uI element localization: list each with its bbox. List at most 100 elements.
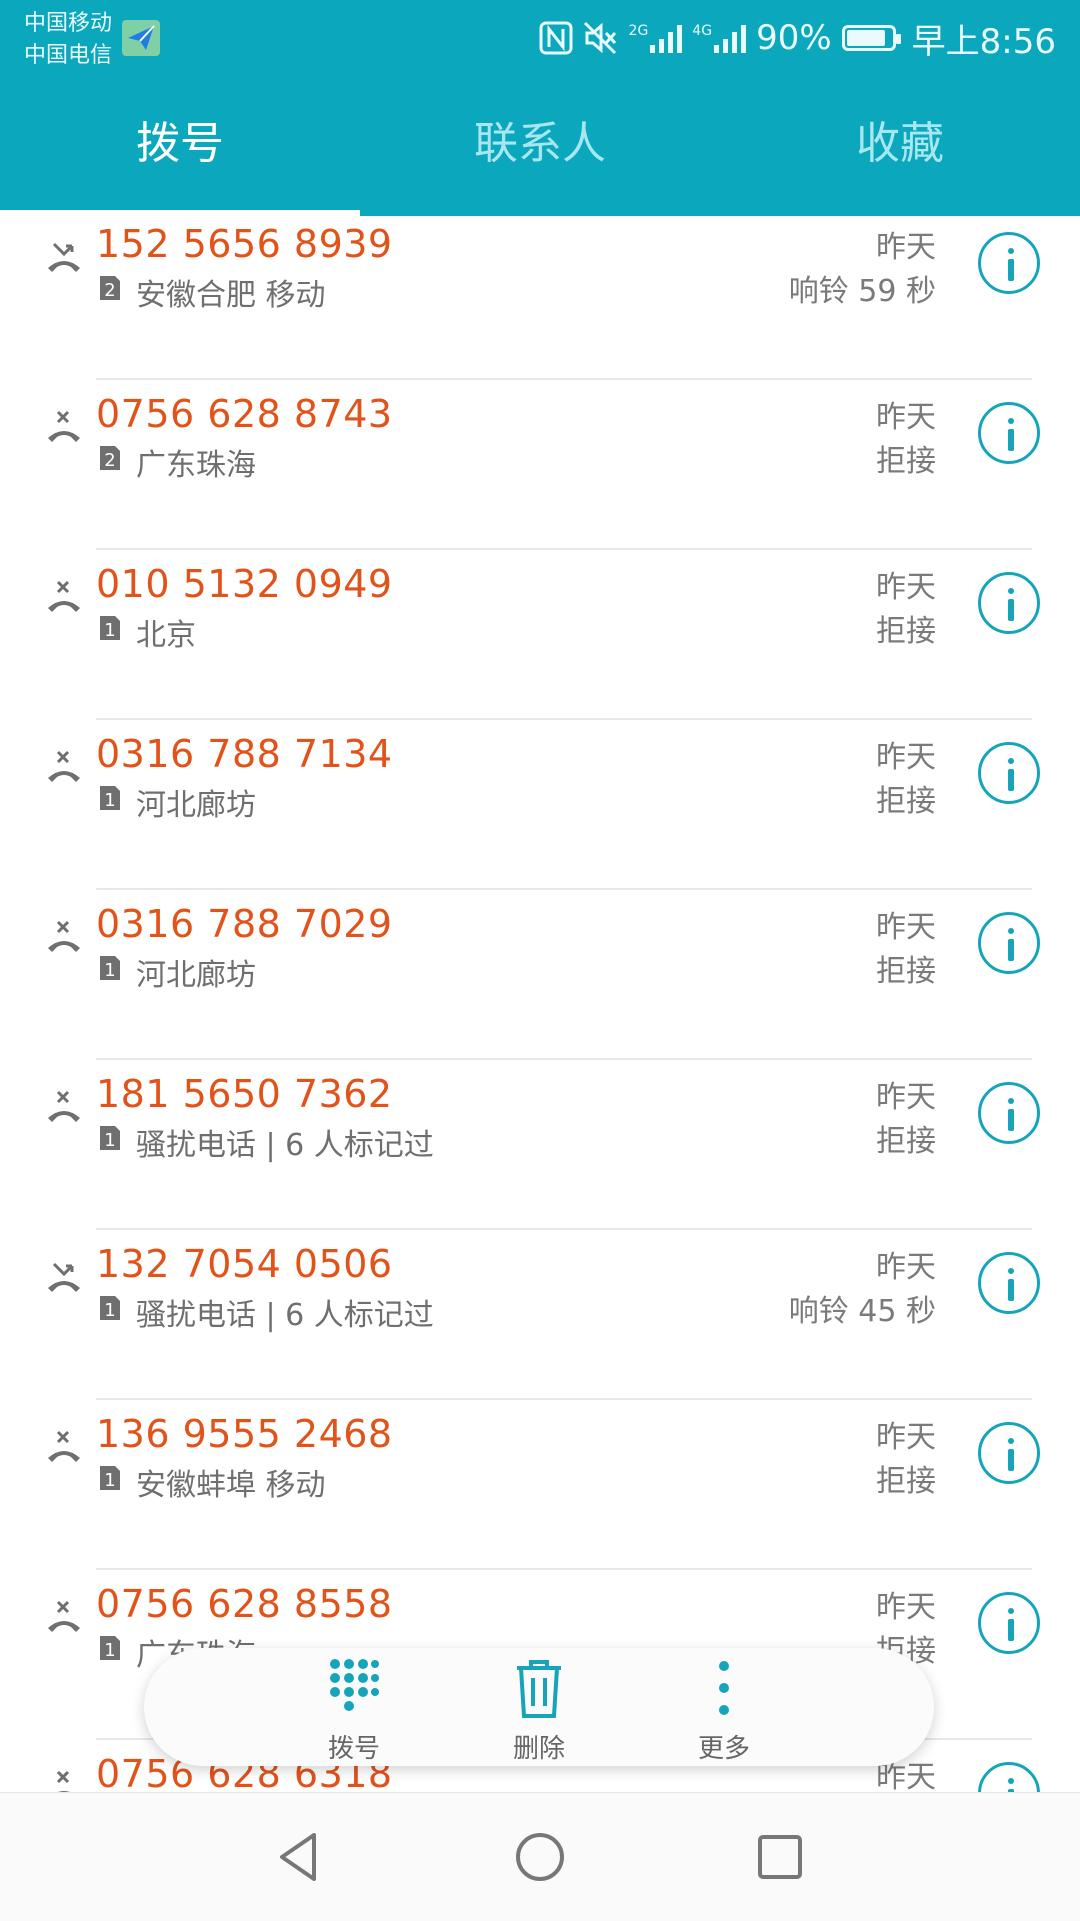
phone-number: 152 5656 8939 [96, 222, 393, 266]
call-log-list[interactable]: 152 5656 8939 2 安徽合肥 移动 昨天 响铃 59 秒 0756 628 8… [0, 216, 1080, 1792]
dial-label: 拨号 [327, 1734, 380, 1764]
call-log-row[interactable]: 0316 788 7134 1 河北廊坊 昨天 拒接 [0, 720, 1080, 890]
more-label: 更多 [697, 1734, 750, 1764]
caller-location: 骚扰电话 | 6 人标记过 [136, 1128, 434, 1163]
call-date: 昨天 [876, 740, 936, 775]
call-details-info-icon[interactable] [978, 572, 1040, 634]
home-icon[interactable] [508, 1825, 572, 1889]
rejected-call-icon [48, 1600, 80, 1632]
carrier-2: 中国电信 [24, 43, 113, 68]
back-icon[interactable] [268, 1825, 332, 1889]
missed-call-icon [48, 242, 80, 272]
sim-card-icon: 1 [100, 1126, 120, 1151]
sim-number: 1 [104, 1300, 115, 1321]
dialpad-icon [330, 1659, 379, 1711]
phone-number: 0316 788 7029 [96, 902, 393, 946]
sim-number: 1 [104, 1470, 115, 1491]
phone-number: 0316 788 7134 [96, 732, 393, 776]
call-status: 拒接 [876, 1124, 936, 1159]
call-status: 响铃 45 秒 [788, 1294, 936, 1329]
call-status: 拒接 [876, 1464, 936, 1499]
call-date: 昨天 [876, 910, 936, 945]
caller-location: 河北廊坊 [136, 788, 256, 823]
sim-number: 2 [104, 450, 115, 471]
call-status: 响铃 59 秒 [788, 274, 936, 309]
tab-bar: 拨号 联系人 收藏 [0, 96, 1080, 216]
call-details-info-icon[interactable] [978, 742, 1040, 804]
carrier-names: 中国移动 中国电信 [24, 8, 112, 72]
call-details-info-icon[interactable] [978, 232, 1040, 294]
carrier-1: 中国移动 [24, 11, 113, 36]
sim-card-icon: 1 [100, 1636, 120, 1661]
call-meta: 昨天响铃 59 秒 [789, 226, 936, 314]
call-meta: 昨天 拒接 [876, 1076, 936, 1164]
call-status: 拒接 [876, 614, 936, 649]
call-log-row[interactable]: 181 5650 7362 1 骚扰电话 | 6 人标记过 昨天 拒接 [0, 1060, 1080, 1230]
rejected-call-icon [48, 1430, 80, 1462]
call-meta: 昨天响铃 45 秒 [789, 1246, 936, 1334]
signal-sim1-label: 2G [628, 23, 649, 39]
sim-number: 1 [104, 620, 115, 641]
sim-number: 2 [104, 280, 115, 301]
call-date: 昨天 [876, 230, 936, 265]
delete-button[interactable]: 删除 [449, 1648, 629, 1766]
sim-card-icon: 2 [100, 276, 120, 301]
sim-card-icon: 2 [100, 446, 120, 471]
signal-sim1: 2G [629, 23, 683, 53]
sim-number: 1 [104, 790, 115, 811]
call-log-row[interactable]: 136 9555 2468 1 安徽蚌埠 移动 昨天 拒接 [0, 1400, 1080, 1570]
battery-fill [846, 30, 885, 46]
caller-location: 安徽合肥 移动 [136, 278, 326, 313]
call-details-info-icon[interactable] [978, 1252, 1040, 1314]
call-meta: 昨天 拒接 [876, 396, 936, 484]
call-status: 拒接 [876, 954, 936, 989]
sim-card-icon: 1 [100, 1466, 120, 1491]
battery-icon [841, 25, 901, 51]
call-details-info-icon[interactable] [978, 402, 1040, 464]
status-bar: 中国移动 中国电信 2G 4G 90% 早上8:56 [0, 0, 1080, 80]
dial-button[interactable]: 拨号 [264, 1648, 444, 1766]
phone-number: 0756 628 8743 [96, 392, 393, 436]
rejected-call-icon [48, 1090, 80, 1122]
call-details-info-icon[interactable] [978, 1082, 1040, 1144]
call-date: 昨天 [876, 1590, 936, 1625]
caller-location: 北京 [136, 618, 196, 653]
rejected-call-icon [48, 410, 80, 442]
sim-number: 1 [104, 1640, 115, 1661]
call-log-row[interactable]: 0316 788 7029 1 河北廊坊 昨天拒接 [0, 890, 1080, 1060]
missed-call-icon [48, 1262, 80, 1292]
clock: 早上8:56 [911, 21, 1056, 62]
delete-label: 删除 [512, 1734, 565, 1764]
caller-location: 骚扰电话 | 6 人标记过 [136, 1298, 434, 1333]
phone-number: 0756 628 8558 [96, 1582, 393, 1626]
signal-sim2: 4G [692, 23, 747, 53]
tab-dialer[interactable]: 拨号 [0, 96, 360, 216]
send-app-icon [122, 20, 160, 56]
call-log-row[interactable]: 010 5132 0949 1 北京 昨天 拒接 [0, 550, 1080, 720]
call-meta: 昨天 拒接 [876, 1416, 936, 1504]
call-details-info-icon[interactable] [978, 912, 1040, 974]
phone-number: 132 7054 0506 [96, 1242, 393, 1286]
call-date: 昨天 [876, 570, 936, 605]
call-log-row[interactable]: 0756 628 8743 2 广东珠海 昨天 拒接 [0, 380, 1080, 550]
call-log-row[interactable]: 152 5656 8939 2 安徽合肥 移动 昨天响铃 59 秒 [0, 216, 1080, 380]
call-details-info-icon[interactable] [978, 1762, 1040, 1792]
sim-card-icon: 1 [100, 956, 120, 981]
call-meta: 昨天 拒接 [876, 906, 936, 994]
tab-contacts[interactable]: 联系人 [360, 96, 720, 216]
recents-icon[interactable] [748, 1825, 812, 1889]
caller-location: 河北廊坊 [136, 958, 256, 993]
call-details-info-icon[interactable] [978, 1592, 1040, 1654]
more-vertical-icon [719, 1661, 729, 1715]
call-date: 昨天 [876, 1250, 936, 1285]
status-icons: 2G 4G 90% 早上8:56 [539, 14, 1056, 62]
app-header: 中国移动 中国电信 2G 4G 90% 早上8:56 拨号 联系人 收藏 [0, 0, 1080, 216]
phone-number: 181 5650 7362 [96, 1072, 393, 1116]
phone-number: 136 9555 2468 [96, 1412, 393, 1456]
call-date: 昨天 [876, 400, 936, 435]
call-details-info-icon[interactable] [978, 1422, 1040, 1484]
tab-favorites[interactable]: 收藏 [720, 96, 1080, 216]
more-button[interactable]: 更多 [634, 1648, 814, 1766]
caller-location: 广东珠海 [136, 448, 256, 483]
call-log-row[interactable]: 132 7054 0506 1 骚扰电话 | 6 人标记过 昨天响铃 45 秒 [0, 1230, 1080, 1400]
